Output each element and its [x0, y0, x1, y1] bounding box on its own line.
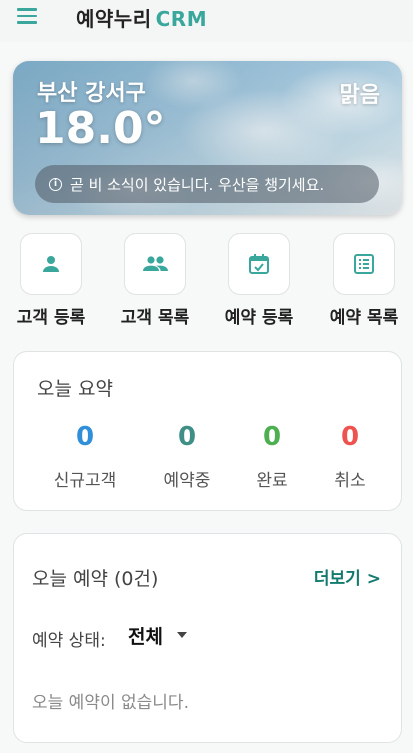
- summary-title: 오늘 요약: [37, 378, 113, 400]
- empty-state-message: 오늘 예약이 없습니다.: [32, 693, 189, 713]
- list-icon: [354, 254, 374, 274]
- info-icon: i: [49, 177, 62, 191]
- stat-label: 완료: [256, 471, 288, 491]
- stat-value: 0: [340, 422, 360, 452]
- stat-cancelled: 0 취소: [305, 422, 395, 491]
- today-reservations-title: 오늘 예약 (0건): [32, 568, 159, 590]
- reservation-list-button[interactable]: 예약 목록: [320, 233, 408, 328]
- customer-list-label: 고객 목록: [120, 308, 190, 328]
- app-title-text: 예약누리: [76, 7, 152, 31]
- customer-list-tile[interactable]: [124, 233, 186, 295]
- status-filter-select[interactable]: 전체: [128, 620, 218, 650]
- calendar-check-icon: [249, 254, 269, 274]
- customer-register-button[interactable]: 고객 등록: [7, 233, 95, 328]
- weather-temperature: 18.0°: [35, 103, 166, 154]
- status-filter-value: 전체: [128, 625, 163, 648]
- reservation-register-label: 예약 등록: [224, 308, 294, 328]
- stat-label: 취소: [334, 471, 366, 491]
- reservation-list-label: 예약 목록: [329, 308, 399, 328]
- today-summary-card: 오늘 요약 0 신규고객 0 예약중 0 완료 0 취소: [13, 351, 402, 511]
- stat-label: 예약중: [163, 471, 211, 491]
- app-title-accent: CRM: [155, 7, 208, 31]
- stat-value: 0: [75, 422, 95, 452]
- reservation-register-button[interactable]: 예약 등록: [215, 233, 303, 328]
- customer-register-label: 고객 등록: [16, 308, 86, 328]
- weather-condition: 맑음: [339, 83, 380, 108]
- weather-card: 부산 강서구 맑음 18.0° i 곧 비 소식이 있습니다. 우산을 챙기세요…: [13, 61, 402, 215]
- weather-alert: i 곧 비 소식이 있습니다. 우산을 챙기세요.: [35, 165, 379, 203]
- reservation-list-tile[interactable]: [333, 233, 395, 295]
- stat-value: 0: [262, 422, 282, 452]
- weather-alert-text: 곧 비 소식이 있습니다. 우산을 챙기세요.: [70, 175, 325, 194]
- people-icon: [143, 256, 168, 271]
- stat-value: 0: [177, 422, 197, 452]
- customer-list-button[interactable]: 고객 목록: [111, 233, 199, 328]
- stat-completed: 0 완료: [227, 422, 317, 491]
- menu-icon[interactable]: [10, 2, 44, 30]
- status-filter-label: 예약 상태:: [32, 631, 106, 651]
- stat-label: 신규고객: [53, 471, 117, 491]
- see-more-link[interactable]: 더보기 >: [314, 564, 381, 589]
- person-icon: [43, 256, 59, 272]
- chevron-down-icon: [176, 632, 187, 638]
- stat-new-customers: 0 신규고객: [40, 422, 130, 491]
- customer-register-tile[interactable]: [20, 233, 82, 295]
- app-title: 예약누리 CRM: [76, 3, 207, 32]
- app-bar: 예약누리 CRM: [0, 0, 413, 42]
- today-reservations-card: 오늘 예약 (0건) 더보기 > 예약 상태: 전체 오늘 예약이 없습니다.: [13, 533, 402, 743]
- reservation-register-tile[interactable]: [228, 233, 290, 295]
- stat-reserved: 0 예약중: [142, 422, 232, 491]
